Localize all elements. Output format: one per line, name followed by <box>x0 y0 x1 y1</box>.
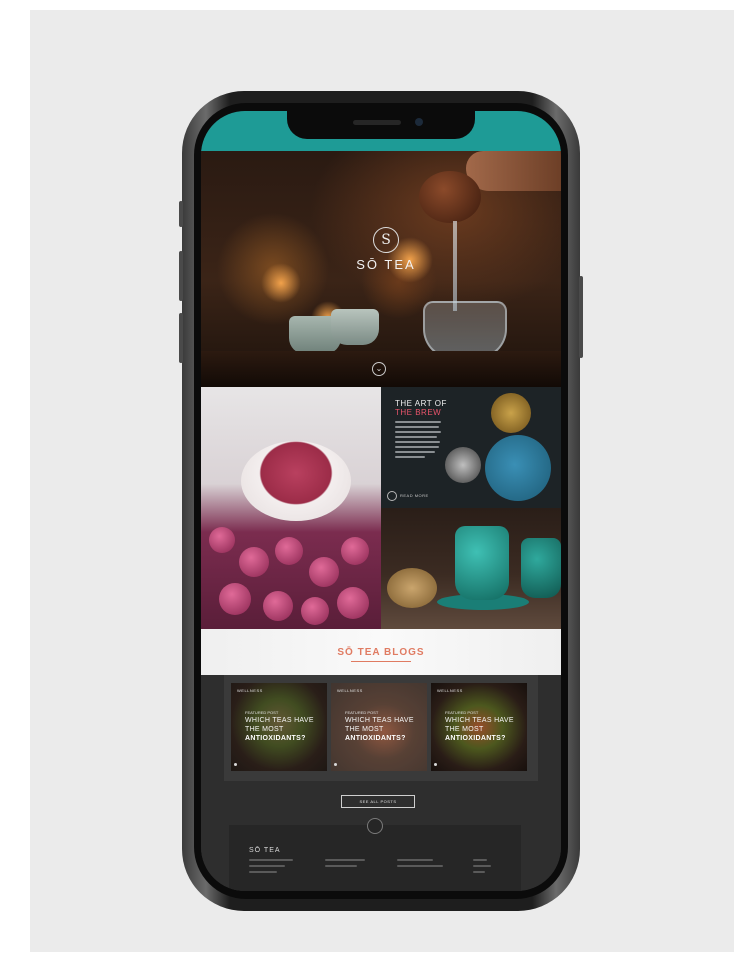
footer-text-line <box>473 871 485 873</box>
rose-bud <box>263 591 293 621</box>
body-text-line <box>395 421 441 423</box>
avatar <box>234 763 237 766</box>
cast-iron-kettle-image <box>485 435 551 501</box>
footer-column <box>325 859 365 871</box>
art-of-brew-subtitle: THE BREW <box>395 408 442 417</box>
blog-card-kicker: FEATURED POST <box>345 710 379 715</box>
tea-glass-image <box>455 526 509 600</box>
volume-down-button <box>179 313 183 363</box>
matcha-whisk-image <box>491 393 531 433</box>
footer-text-line <box>325 865 357 867</box>
chevron-down-icon[interactable]: ⌄ <box>372 362 386 376</box>
blog-card-kicker: FEATURED POST <box>445 710 479 715</box>
read-more-icon[interactable] <box>387 491 397 501</box>
hero-section: S SŌ TEA ⌄ <box>201 151 561 387</box>
phone-mockup: S SŌ TEA ⌄ THE ART OF THE BREW READ MORE… <box>179 91 583 911</box>
rose-bud <box>337 587 369 619</box>
footer-column <box>249 859 293 877</box>
blog-card-title: WHICH TEAS HAVE <box>345 717 414 724</box>
blog-card-title: THE MOST <box>345 726 384 733</box>
avatar <box>334 763 337 766</box>
read-more-link[interactable]: READ MORE <box>400 493 429 498</box>
footer-text-line <box>473 859 487 861</box>
rose-bud <box>209 527 235 553</box>
speaker <box>353 120 401 125</box>
footer-text-line <box>397 859 433 861</box>
body-text-line <box>395 426 439 428</box>
body-text-line <box>395 451 435 453</box>
blog-card-title: THE MOST <box>245 726 284 733</box>
heading-underline <box>351 661 411 662</box>
power-button <box>579 276 583 358</box>
blog-card-title: THE MOST <box>445 726 484 733</box>
rose-bud <box>219 583 251 615</box>
footer-text-line <box>249 865 285 867</box>
tea-cup-image <box>241 441 351 521</box>
rose-bud <box>341 537 369 565</box>
rose-bud <box>301 597 329 625</box>
see-all-posts-button[interactable]: SEE ALL POSTS <box>341 795 415 808</box>
hand-image <box>466 151 561 191</box>
art-of-brew-title: THE ART OF <box>395 399 447 408</box>
logo-mark-icon: S <box>373 227 399 253</box>
body-text-line <box>395 436 437 438</box>
blog-card-title: WHICH TEAS HAVE <box>245 717 314 724</box>
tea-stream <box>453 221 457 311</box>
blog-card-category: WELLNESS <box>337 688 363 693</box>
blog-card[interactable]: WELLNESS FEATURED POST WHICH TEAS HAVE T… <box>231 683 327 771</box>
blog-card-title: ANTIOXIDANTS? <box>245 735 306 742</box>
avatar <box>434 763 437 766</box>
brand-name: SŌ TEA <box>356 257 416 272</box>
rose-bud <box>309 557 339 587</box>
mute-switch <box>179 201 183 227</box>
blogs-heading: SŌ TEA BLOGS <box>337 647 425 658</box>
blog-posts-strip: WELLNESS FEATURED POST WHICH TEAS HAVE T… <box>201 675 561 785</box>
footer-text-line <box>325 859 365 861</box>
body-text-line <box>395 446 439 448</box>
footer-text-line <box>249 859 293 861</box>
footer-logo-icon <box>367 818 383 834</box>
phone-screen: S SŌ TEA ⌄ THE ART OF THE BREW READ MORE… <box>201 111 561 891</box>
footer-brand: SŌ TEA <box>249 847 281 854</box>
snack-bowl-image <box>387 568 437 608</box>
blogs-section: SŌ TEA BLOGS <box>201 629 561 675</box>
rose-tea-image <box>201 387 381 629</box>
art-of-brew-panel: THE ART OF THE BREW READ MORE <box>381 387 561 508</box>
tea-cup-image <box>331 309 379 345</box>
blog-card-title: ANTIOXIDANTS? <box>445 735 506 742</box>
feature-grid: THE ART OF THE BREW READ MORE <box>201 387 561 629</box>
body-text-line <box>395 431 441 433</box>
blog-card[interactable]: WELLNESS FEATURED POST WHICH TEAS HAVE T… <box>431 683 527 771</box>
footer-column <box>397 859 443 871</box>
blog-card-kicker: FEATURED POST <box>245 710 279 715</box>
blog-card-category: WELLNESS <box>437 688 463 693</box>
rose-bud <box>275 537 303 565</box>
footer-column <box>473 859 493 877</box>
lower-section: SEE ALL POSTS SŌ TEA <box>201 785 561 891</box>
teapot-image <box>419 171 481 223</box>
candle-light <box>261 263 301 303</box>
notch <box>287 111 475 139</box>
footer: SŌ TEA <box>229 818 521 891</box>
blog-card-title: ANTIOXIDANTS? <box>345 735 406 742</box>
tea-bowl-image <box>445 447 481 483</box>
rose-bud <box>239 547 269 577</box>
blog-card-category: WELLNESS <box>237 688 263 693</box>
brand-logo[interactable]: S SŌ TEA <box>351 227 421 274</box>
blog-card[interactable]: WELLNESS FEATURED POST WHICH TEAS HAVE T… <box>331 683 427 771</box>
footer-text-line <box>473 865 491 867</box>
footer-text-line <box>249 871 277 873</box>
body-text-line <box>395 441 440 443</box>
teal-cup-image <box>381 508 561 629</box>
volume-up-button <box>179 251 183 301</box>
blog-card-title: WHICH TEAS HAVE <box>445 717 514 724</box>
footer-text-line <box>397 865 443 867</box>
front-camera <box>415 118 423 126</box>
body-text-line <box>395 456 425 458</box>
tea-glass-image <box>521 538 561 598</box>
